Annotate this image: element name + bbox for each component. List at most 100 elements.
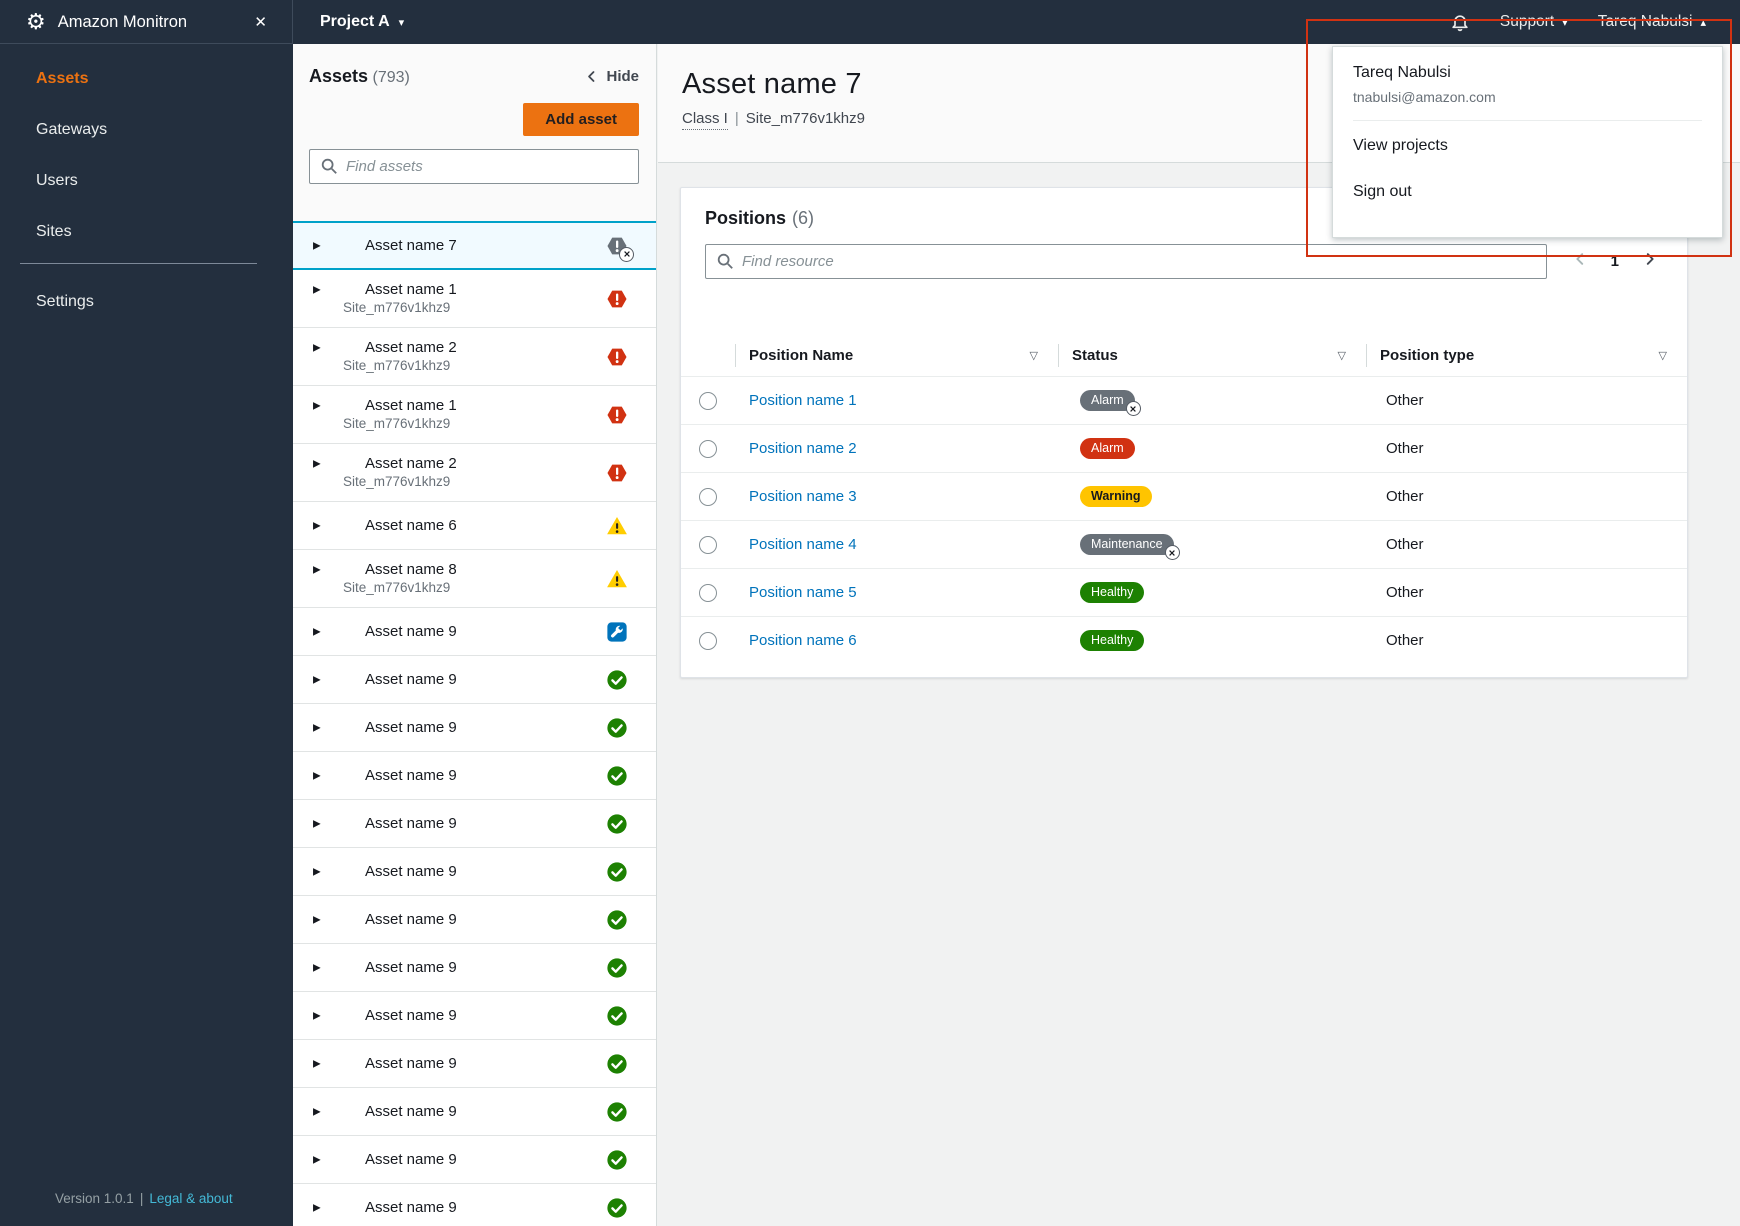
expand-triangle-icon[interactable]: ▶	[313, 770, 321, 781]
assets-panel: Assets (793) Hide Add asset ▶ Asset name…	[293, 44, 657, 1226]
expand-triangle-icon[interactable]: ▶	[313, 343, 321, 354]
asset-list-item[interactable]: ▶ Asset name 9	[293, 800, 656, 848]
close-icon[interactable]: ✕	[250, 11, 271, 33]
position-link[interactable]: Position name 2	[749, 440, 857, 457]
status-badge: Healthy	[1080, 630, 1145, 651]
position-link[interactable]: Position name 3	[749, 488, 857, 505]
asset-name: Asset name 9	[365, 863, 457, 880]
row-radio-button[interactable]	[699, 583, 717, 602]
asset-name: Asset name 2	[365, 455, 457, 472]
view-projects-item[interactable]: View projects	[1333, 124, 1722, 167]
expand-triangle-icon[interactable]: ▶	[313, 818, 321, 829]
asset-list-item[interactable]: ▶ Asset name 9	[293, 1184, 656, 1226]
expand-triangle-icon[interactable]: ▶	[313, 1106, 321, 1117]
support-menu[interactable]: Support ▾	[1500, 13, 1568, 31]
asset-name: Asset name 8	[365, 561, 457, 578]
sidebar-item-users[interactable]: Users	[0, 155, 293, 206]
asset-list-item[interactable]: ▶ Asset name 9	[293, 944, 656, 992]
expand-triangle-icon[interactable]: ▶	[313, 1058, 321, 1069]
asset-list-item[interactable]: ▶ Asset name 9	[293, 608, 656, 656]
alarm-muted-icon	[606, 235, 634, 262]
sidebar-item-settings[interactable]: Settings	[0, 276, 293, 327]
search-icon	[716, 252, 734, 275]
filter-icon[interactable]: ▽	[1659, 349, 1667, 362]
row-radio-button[interactable]	[699, 439, 717, 458]
asset-list-item[interactable]: ▶ Asset name 9	[293, 896, 656, 944]
status-badge: Maintenance	[1080, 534, 1180, 560]
user-menu-trigger[interactable]: Tareq Nabulsi ▴	[1598, 13, 1706, 31]
next-page-icon[interactable]	[1643, 252, 1657, 271]
hide-panel-button[interactable]: Hide	[585, 68, 639, 85]
asset-list-item[interactable]: ▶ Asset name 9	[293, 752, 656, 800]
filter-icon[interactable]: ▽	[1338, 349, 1346, 362]
previous-page-icon[interactable]	[1573, 252, 1587, 271]
expand-triangle-icon[interactable]: ▶	[313, 401, 321, 412]
expand-triangle-icon[interactable]: ▶	[313, 520, 321, 531]
expand-triangle-icon[interactable]: ▶	[313, 866, 321, 877]
asset-list[interactable]: ▶ Asset name 7 ▶ Asset name 1 Site_m776v…	[293, 221, 656, 1226]
asset-name: Asset name 1	[365, 281, 457, 298]
find-assets-input[interactable]	[309, 149, 639, 184]
asset-list-item[interactable]: ▶ Asset name 9	[293, 848, 656, 896]
project-label: Project A	[320, 13, 390, 30]
warning-icon	[606, 568, 628, 590]
asset-name: Asset name 1	[365, 397, 457, 414]
expand-triangle-icon[interactable]: ▶	[313, 459, 321, 470]
row-radio-button[interactable]	[699, 631, 717, 650]
asset-site-label: Site_m776v1khz9	[343, 474, 451, 489]
page-number[interactable]: 1	[1611, 253, 1619, 270]
status-badge: Alarm	[1080, 390, 1141, 416]
asset-list-item[interactable]: ▶ Asset name 1 Site_m776v1khz9	[293, 270, 656, 328]
sidebar-item-gateways[interactable]: Gateways	[0, 104, 293, 155]
expand-triangle-icon[interactable]: ▶	[313, 674, 321, 685]
position-link[interactable]: Position name 4	[749, 536, 857, 553]
expand-triangle-icon[interactable]: ▶	[313, 1154, 321, 1165]
sign-out-item[interactable]: Sign out	[1333, 170, 1722, 213]
footer-separator: |	[139, 1191, 144, 1206]
asset-list-item[interactable]: ▶ Asset name 9	[293, 656, 656, 704]
positions-card: Positions (6) 1	[680, 187, 1688, 678]
asset-name: Asset name 9	[365, 911, 457, 928]
row-radio-button[interactable]	[699, 391, 717, 410]
notifications-bell-icon[interactable]	[1450, 12, 1470, 32]
asset-list-item[interactable]: ▶ Asset name 2 Site_m776v1khz9	[293, 328, 656, 386]
asset-list-item[interactable]: ▶ Asset name 9	[293, 1040, 656, 1088]
column-label: Status	[1072, 347, 1118, 364]
row-radio-button[interactable]	[699, 487, 717, 506]
row-radio-button[interactable]	[699, 535, 717, 554]
sidebar-footer: Version 1.0.1 | Legal & about	[55, 1191, 233, 1206]
asset-list-item[interactable]: ▶ Asset name 6	[293, 502, 656, 550]
project-menu[interactable]: Project A ▾	[320, 13, 404, 31]
expand-triangle-icon[interactable]: ▶	[313, 240, 321, 251]
asset-list-item[interactable]: ▶ Asset name 7	[293, 221, 656, 270]
expand-triangle-icon[interactable]: ▶	[313, 1202, 321, 1213]
class-link[interactable]: Class I	[682, 110, 728, 130]
asset-list-item[interactable]: ▶ Asset name 9	[293, 992, 656, 1040]
filter-icon[interactable]: ▽	[1030, 349, 1038, 362]
asset-list-item[interactable]: ▶ Asset name 9	[293, 1136, 656, 1184]
position-link[interactable]: Position name 6	[749, 632, 857, 649]
expand-triangle-icon[interactable]: ▶	[313, 626, 321, 637]
asset-list-item[interactable]: ▶ Asset name 8 Site_m776v1khz9	[293, 550, 656, 608]
sidebar-item-sites[interactable]: Sites	[0, 206, 293, 257]
expand-triangle-icon[interactable]: ▶	[313, 285, 321, 296]
asset-list-item[interactable]: ▶ Asset name 9	[293, 704, 656, 752]
asset-list-item[interactable]: ▶ Asset name 2 Site_m776v1khz9	[293, 444, 656, 502]
expand-triangle-icon[interactable]: ▶	[313, 914, 321, 925]
expand-triangle-icon[interactable]: ▶	[313, 722, 321, 733]
healthy-icon	[606, 1101, 628, 1123]
position-link[interactable]: Position name 5	[749, 584, 857, 601]
sidebar-header: ⚙ Amazon Monitron ✕	[0, 0, 293, 44]
find-resource-input[interactable]	[705, 244, 1547, 279]
asset-name: Asset name 9	[365, 1151, 457, 1168]
asset-list-item[interactable]: ▶ Asset name 1 Site_m776v1khz9	[293, 386, 656, 444]
expand-triangle-icon[interactable]: ▶	[313, 565, 321, 576]
status-label: Warning	[1091, 489, 1141, 503]
add-asset-button[interactable]: Add asset	[523, 103, 639, 136]
expand-triangle-icon[interactable]: ▶	[313, 962, 321, 973]
sidebar-item-assets[interactable]: Assets	[0, 53, 293, 104]
legal-about-link[interactable]: Legal & about	[149, 1191, 232, 1206]
asset-list-item[interactable]: ▶ Asset name 9	[293, 1088, 656, 1136]
expand-triangle-icon[interactable]: ▶	[313, 1010, 321, 1021]
position-link[interactable]: Position name 1	[749, 392, 857, 409]
